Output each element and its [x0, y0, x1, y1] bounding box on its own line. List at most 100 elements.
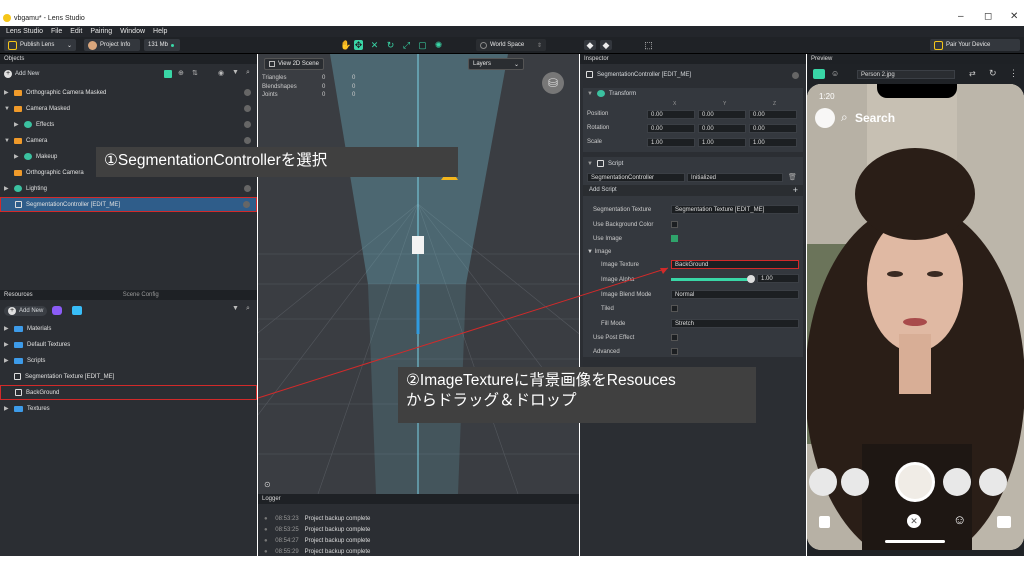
expand-caret-icon[interactable]: ▶	[4, 185, 10, 192]
tab-resources[interactable]: Resources	[4, 292, 33, 298]
menu-help[interactable]: Help	[153, 28, 167, 35]
use-background-color-checkbox[interactable]	[671, 221, 678, 228]
capture-button[interactable]	[895, 462, 935, 502]
menu-file[interactable]: File	[51, 28, 62, 35]
tab-scene-config[interactable]: Scene Config	[123, 292, 159, 298]
resources-add-new-button[interactable]: + Add New	[4, 306, 48, 316]
world-space-select[interactable]: World Space ⇕	[476, 39, 546, 51]
rotation-z-input[interactable]: 0.00	[749, 124, 797, 133]
lens-carousel-item[interactable]	[943, 468, 971, 496]
fill-mode-select[interactable]: Stretch	[671, 319, 799, 328]
expand-caret-icon[interactable]: ▶	[4, 89, 10, 96]
image-group-header[interactable]: ▼ Image	[587, 249, 611, 255]
asset-library-icon[interactable]	[52, 306, 62, 315]
resource-row-materials[interactable]: ▶ Materials	[0, 321, 257, 336]
view-2d-scene-button[interactable]: View 2D Scene	[264, 58, 324, 70]
maximize-button[interactable]: ◻	[984, 11, 992, 22]
close-lens-icon[interactable]: ✕	[907, 514, 921, 528]
script-asset-field[interactable]: SegmentationController	[587, 173, 685, 182]
preview-reset-icon[interactable]: ↻	[989, 68, 997, 79]
object-row-effects[interactable]: ▶ Effects	[0, 117, 257, 132]
rect-tool-icon[interactable]: ▢	[418, 40, 427, 50]
resources-filter-icon[interactable]: ▼	[232, 305, 239, 312]
camera-swap-icon[interactable]: ◆	[600, 40, 612, 50]
use-post-effect-checkbox[interactable]	[671, 334, 678, 341]
snap-search-icon[interactable]: ⌕	[841, 110, 848, 125]
hand-tool-icon[interactable]: ✋	[340, 40, 351, 50]
use-image-checkbox[interactable]	[671, 235, 678, 242]
snap-search-label[interactable]: Search	[855, 111, 895, 125]
script-status-select[interactable]: Initialized	[687, 173, 783, 182]
image-alpha-input[interactable]: 1.00	[757, 274, 799, 283]
resource-row-textures[interactable]: ▶ Textures	[0, 401, 257, 416]
memories-icon[interactable]	[819, 516, 830, 528]
lens-explore-icon[interactable]: ☺	[953, 512, 966, 527]
phone-preview[interactable]: 1:20 ⌕ Search ✕ ☺	[807, 84, 1024, 550]
preview-media-select[interactable]: Person 2.jpg	[857, 70, 955, 79]
image-alpha-slider-track[interactable]	[671, 278, 751, 281]
objects-add-new-button[interactable]: + Add New	[4, 70, 39, 78]
transform-header[interactable]: ▼ Transform	[587, 90, 636, 97]
visibility-dot-icon[interactable]	[244, 105, 251, 112]
layers-dropdown[interactable]: Layers ⌄	[468, 58, 524, 70]
preview-person-icon[interactable]: ☺	[831, 69, 839, 78]
position-x-input[interactable]: 0.00	[647, 110, 695, 119]
scale-y-input[interactable]: 1.00	[698, 138, 746, 147]
expand-caret-icon[interactable]: ▶	[14, 153, 20, 160]
resource-row-scripts[interactable]: ▶ Scripts	[0, 353, 257, 368]
image-alpha-slider-handle[interactable]	[747, 275, 755, 283]
tiled-checkbox[interactable]	[671, 305, 678, 312]
advanced-checkbox[interactable]	[671, 348, 678, 355]
rotation-x-input[interactable]: 0.00	[647, 124, 695, 133]
resource-row-default-textures[interactable]: ▶ Default Textures	[0, 337, 257, 352]
pivot-tool-icon[interactable]: ✺	[434, 40, 443, 50]
minimize-button[interactable]: –	[958, 11, 964, 22]
menu-window[interactable]: Window	[120, 28, 145, 35]
import-file-icon[interactable]	[72, 306, 82, 315]
expand-caret-icon[interactable]: ▶	[4, 341, 10, 348]
visibility-icon[interactable]: ◉	[218, 69, 224, 77]
object-row-camera-masked[interactable]: ▼ Camera Masked	[0, 101, 257, 116]
object-row-camera[interactable]: ▼ Camera	[0, 133, 257, 148]
lens-carousel-item[interactable]	[809, 468, 837, 496]
close-button[interactable]: ✕	[1010, 11, 1018, 22]
hierarchy-icon[interactable]: ⊕	[178, 69, 184, 77]
list-view-icon[interactable]	[164, 70, 172, 78]
object-row-lighting[interactable]: ▶ Lighting	[0, 181, 257, 196]
preview-more-icon[interactable]: ⋮	[1009, 68, 1018, 79]
expand-caret-icon[interactable]: ▶	[4, 325, 10, 332]
rotate-tool-icon[interactable]: ↻	[386, 40, 395, 50]
resource-row-segmentation-texture[interactable]: Segmentation Texture [EDIT_ME]	[0, 369, 257, 384]
sort-icon[interactable]: ⇅	[192, 69, 198, 77]
project-info-button[interactable]: Project Info	[84, 39, 140, 51]
preview-mode-icon[interactable]	[813, 69, 825, 79]
image-texture-field[interactable]: BackGround	[671, 260, 799, 269]
publish-lens-button[interactable]: Publish Lens ⌄	[4, 39, 76, 51]
position-z-input[interactable]: 0.00	[749, 110, 797, 119]
search-icon[interactable]: ⌕	[246, 69, 250, 77]
expand-caret-icon[interactable]: ▶	[4, 357, 10, 364]
expand-caret-icon[interactable]: ▼	[4, 138, 10, 144]
image-blend-mode-select[interactable]: Normal	[671, 290, 799, 299]
scene-viewport[interactable]: View 2D Scene Layers ⌄ Triangles 0 0 Blend…	[258, 54, 579, 494]
add-script-button[interactable]: Add Script +	[583, 185, 803, 196]
lens-carousel-item[interactable]	[841, 468, 869, 496]
visibility-dot-icon[interactable]	[243, 201, 250, 208]
delete-script-icon[interactable]: 🗑	[788, 173, 797, 181]
segmentation-texture-field[interactable]: Segmentation Texture [EDIT_ME]	[671, 205, 799, 214]
lens-carousel-item[interactable]	[979, 468, 1007, 496]
filter-icon[interactable]: ▼	[232, 69, 239, 76]
scale-tool-icon[interactable]: ⤢	[402, 40, 411, 50]
preview-swap-icon[interactable]: ⇄	[969, 69, 976, 78]
discover-icon[interactable]	[997, 516, 1011, 528]
scale-x-input[interactable]: 1.00	[647, 138, 695, 147]
object-row-segmentation-controller[interactable]: SegmentationController [EDIT_ME]	[0, 197, 257, 212]
scene-settings-icon[interactable]: ⊙	[264, 480, 271, 489]
transform-tool-icon[interactable]: ✕	[370, 40, 379, 50]
menu-edit[interactable]: Edit	[70, 28, 82, 35]
menu-pairing[interactable]: Pairing	[90, 28, 112, 35]
pair-device-button[interactable]: Pair Your Device	[930, 39, 1020, 51]
object-row-ortho-masked[interactable]: ▶ Orthographic Camera Masked	[0, 85, 257, 100]
resource-row-background[interactable]: BackGround	[0, 385, 257, 400]
script-header[interactable]: ▼ Script	[587, 160, 623, 167]
